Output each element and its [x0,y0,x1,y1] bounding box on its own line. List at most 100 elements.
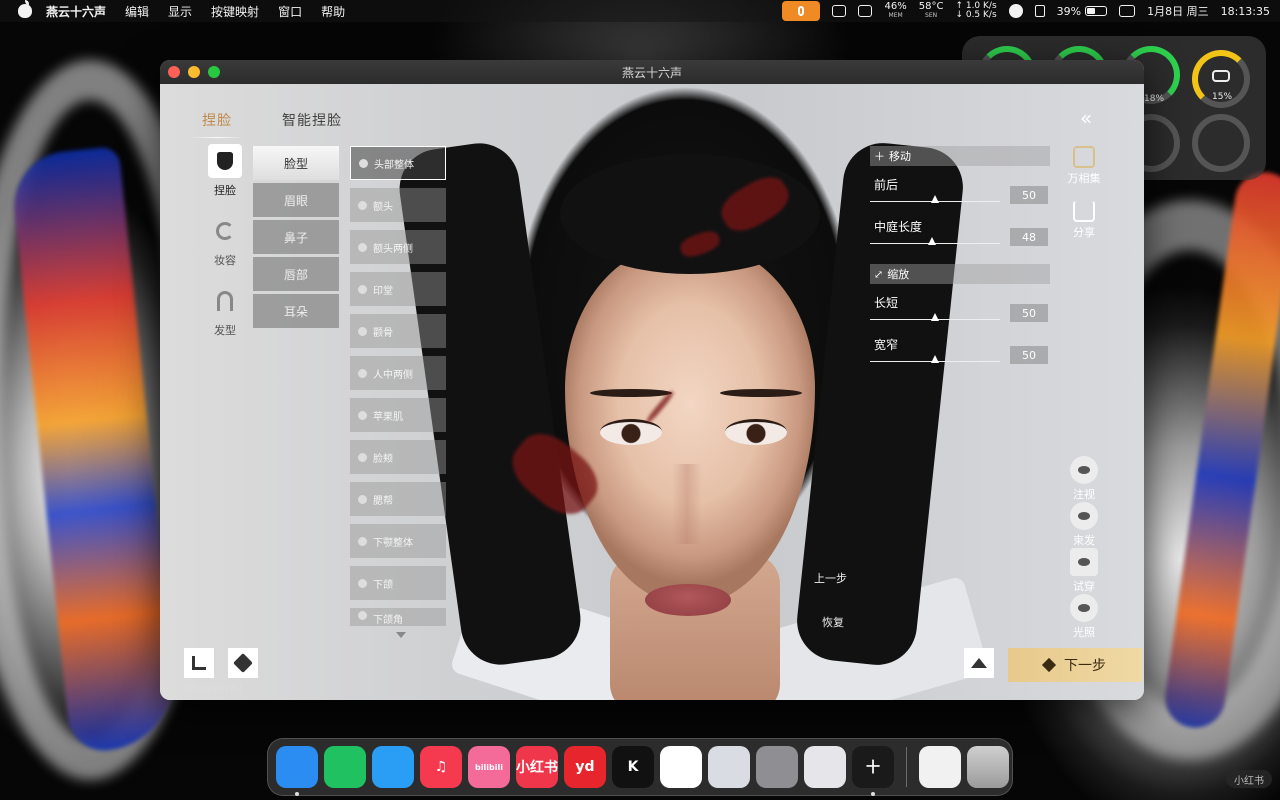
music-app[interactable]: ♫ [420,746,462,788]
character-eye [600,419,662,445]
menu-keymap[interactable]: 按键映射 [211,3,259,20]
window-titlebar[interactable]: 燕云十六声 [160,60,1144,84]
display-icon[interactable] [858,5,873,17]
scroll-down-icon[interactable] [396,632,406,638]
bilibili-app[interactable]: bilibili [468,746,510,788]
slider-value[interactable]: 48 [1010,228,1048,246]
slider-thumb[interactable] [931,195,939,203]
xiaohongshu-app[interactable]: 小红书 [516,746,558,788]
iphone-mirror-app[interactable] [708,746,750,788]
rail-item-hair[interactable]: 发型 [200,284,250,338]
slider-label: 前后 [874,178,899,192]
safari-app[interactable] [372,746,414,788]
battery-status[interactable]: 39% [1057,5,1108,18]
apple-icon[interactable] [18,0,32,18]
network-stat[interactable]: ↑ 1.0 K/s ↓ 0.5 K/s [955,2,996,20]
youdao-app[interactable]: yd [564,746,606,788]
sub-part-item[interactable]: 下颌角 [350,608,446,626]
rail-item-makeup[interactable]: 妆容 [200,214,250,268]
menu-edit[interactable]: 编辑 [125,3,149,20]
category-lips[interactable]: 唇部 [253,257,339,291]
tie-hair-label: 束发 [1073,534,1095,547]
upload-button[interactable] [964,648,994,678]
category-brows-eyes[interactable]: 眉眼 [253,183,339,217]
category-list: 脸型 眉眼 鼻子 唇部 耳朵 [253,146,339,331]
redo-button[interactable]: 恢复 [822,614,844,630]
menu-help[interactable]: 帮助 [321,3,345,20]
control-center-icon[interactable] [1119,5,1136,17]
character-viewport[interactable]: 捏脸 智能捏脸 捏脸 妆容 发型 脸型 眉眼 鼻子 唇部 耳朵 头部整体 额头 … [160,84,1144,700]
character-lips [645,584,731,616]
tie-hair-button[interactable]: 束发 [1056,502,1112,548]
system-settings-app[interactable] [756,746,798,788]
memory-stat[interactable]: 46% MEM [884,2,906,20]
gaze-button[interactable]: 注视 [1056,456,1112,502]
sub-part-item[interactable]: 印堂 [350,272,446,306]
try-on-button[interactable]: 试穿 [1056,548,1112,594]
sensor-stat[interactable]: 58°C SEN [919,2,944,20]
category-face-shape[interactable]: 脸型 [253,146,339,180]
running-indicator [295,792,299,796]
menu-view[interactable]: 显示 [168,3,192,20]
minimize-button[interactable] [188,66,200,78]
fullscreen-button[interactable] [208,66,220,78]
launchpad-app[interactable] [804,746,846,788]
finder-app[interactable] [276,746,318,796]
undo-button[interactable]: 上一步 [814,570,847,586]
sub-part-item[interactable]: 颧骨 [350,314,446,348]
category-ears[interactable]: 耳朵 [253,294,339,328]
yanyun-app[interactable]: 十 [852,746,894,796]
window-title: 燕云十六声 [621,65,682,80]
sub-part-item[interactable]: 额头 [350,188,446,222]
volume-icon[interactable] [1034,5,1045,17]
rail-item-face[interactable]: 捏脸 [200,144,250,198]
slider-thumb[interactable] [931,313,939,321]
sub-part-item[interactable]: 脸颊 [350,440,446,474]
sub-part-label: 腮帮 [373,495,393,507]
slider-thumb[interactable] [931,355,939,363]
import-button[interactable] [184,648,214,678]
slider-row: 前后 50 [870,174,1050,216]
tab-face-edit[interactable]: 捏脸 [190,106,244,140]
random-dice-button[interactable] [228,648,258,678]
tab-smart-face[interactable]: 智能捏脸 [270,106,354,140]
character-nose [672,464,702,544]
lighting-label: 光照 [1073,626,1095,639]
sub-part-item[interactable]: 腮帮 [350,482,446,516]
microphone-indicator[interactable] [782,1,821,21]
sub-part-item[interactable]: 头部整体 [350,146,446,180]
collapse-arrow-icon[interactable]: « [1080,108,1108,128]
wechat-app[interactable] [324,746,366,788]
steam-icon[interactable] [1008,4,1023,18]
share-button[interactable]: 分享 [1056,200,1112,240]
slider-thumb[interactable] [928,237,937,245]
document-icon[interactable] [919,746,961,788]
lock-icon[interactable] [832,5,847,17]
memory-label: MEM [888,12,903,19]
sub-part-item[interactable]: 苹果肌 [350,398,446,432]
k-app[interactable]: K [612,746,654,788]
sub-part-item[interactable]: 额头两侧 [350,230,446,264]
menu-time[interactable]: 18:13:35 [1221,5,1270,18]
slider-value[interactable]: 50 [1010,304,1048,322]
slider-value[interactable]: 50 [1010,186,1048,204]
chatgpt-app[interactable] [660,746,702,788]
sub-part-item[interactable]: 人中两侧 [350,356,446,390]
section-title: 缩放 [887,268,910,281]
sub-part-list[interactable]: 头部整体 额头 额头两侧 印堂 颧骨 人中两侧 苹果肌 脸颊 腮帮 下颚整体 下… [350,146,446,646]
menu-date[interactable]: 1月8日 周三 [1147,3,1209,19]
menu-app-name[interactable]: 燕云十六声 [46,3,106,20]
section-move: ＋ 移动 [870,146,1050,166]
slider-value[interactable]: 50 [1010,346,1048,364]
sub-part-item[interactable]: 下颚整体 [350,524,446,558]
sub-part-item[interactable]: 下颌 [350,566,446,600]
running-indicator [871,792,875,796]
menu-window[interactable]: 窗口 [278,3,302,20]
close-button[interactable] [168,66,180,78]
next-step-button[interactable]: 下一步 [1008,648,1142,682]
category-nose[interactable]: 鼻子 [253,220,339,254]
dock-separator [906,747,907,787]
trash-icon[interactable] [967,746,1009,788]
lighting-button[interactable]: 光照 [1056,594,1112,640]
collection-button[interactable]: 万相集 [1056,146,1112,186]
